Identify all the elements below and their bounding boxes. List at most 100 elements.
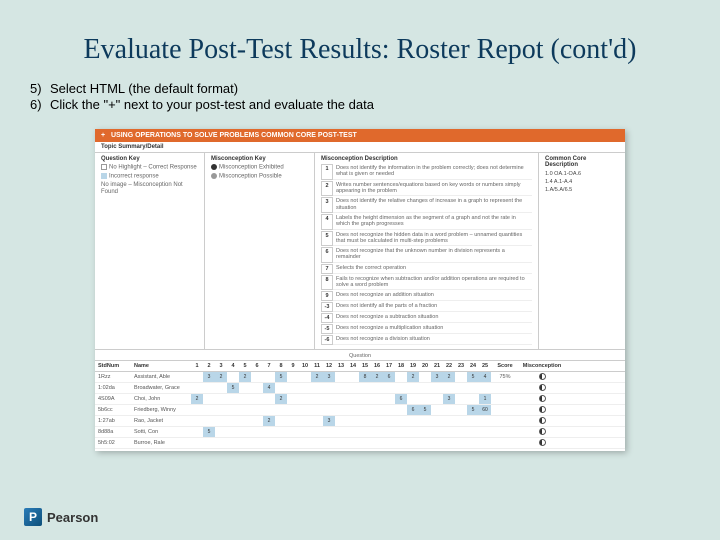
td-cell [479,416,491,426]
td-cell [419,383,431,393]
td-cell [311,427,323,437]
td-cell [239,383,251,393]
dot-full-icon [211,164,217,170]
th-question-num: 19 [407,361,419,371]
td-cell: 5 [227,383,239,393]
th-question-num: 10 [299,361,311,371]
th-question-num: 4 [227,361,239,371]
td-cell [431,416,443,426]
misconception-text: Selects the correct operation [333,264,532,274]
th-question-num: 24 [467,361,479,371]
instruction-item: 5)Select HTML (the default format) [30,81,690,96]
td-cell [323,405,335,415]
th-question-num: 6 [251,361,263,371]
td-cell [203,438,215,448]
th-question-num: 1 [191,361,203,371]
cc-code: 1.4 A.1-A.4 [545,178,619,186]
td-cell: 2 [191,394,203,404]
td-student-number: 1Rzz [95,374,131,380]
td-cell [407,438,419,448]
misconception-row: 2Writes number sentences/equations based… [321,181,532,197]
th-misconception: Misconception [519,361,565,371]
td-cell [263,372,275,382]
td-cell [443,383,455,393]
td-name: Rao, Jacket [131,418,191,424]
td-cell: 4 [263,383,275,393]
td-cell [407,383,419,393]
td-name: Burroe, Rale [131,440,191,446]
th-question-num: 23 [455,361,467,371]
td-cell [287,394,299,404]
td-cell: 6 [383,372,395,382]
legend-row: Question Key No Highlight – Correct Resp… [95,153,625,350]
th-question-num: 25 [479,361,491,371]
td-cell [335,438,347,448]
td-cell [383,427,395,437]
td-cell [239,427,251,437]
td-cell [431,438,443,448]
td-cell [419,394,431,404]
misconception-text: Writes number sentences/equations based … [333,181,532,197]
th-score: Score [491,361,519,371]
td-cell [191,416,203,426]
td-cell [299,372,311,382]
td-cell [215,416,227,426]
td-student-number: 8d88a [95,429,131,435]
incorrect-swatch-icon [101,173,107,179]
th-question-num: 11 [311,361,323,371]
td-cell [323,394,335,404]
td-cell [467,438,479,448]
td-student-number: 1:02da [95,385,131,391]
th-question-num: 16 [371,361,383,371]
td-cell [239,405,251,415]
th-question-num: 15 [359,361,371,371]
question-header-label: Question [95,352,625,360]
td-cell [431,383,443,393]
td-cell [251,383,263,393]
misconception-row: 3Does not identify the relative changes … [321,197,532,213]
td-cell: 6 [395,394,407,404]
report-header-text: USING OPERATIONS TO SOLVE PROBLEMS COMMO… [111,132,357,139]
misconception-text: Does not identify the relative changes o… [333,197,532,213]
td-score: 75% [491,374,519,380]
column-heading: Common Core Description [545,156,619,168]
td-cell [323,383,335,393]
td-cell [239,416,251,426]
td-cell [347,416,359,426]
td-cell [467,427,479,437]
legend-item: Misconception Exhibited [211,164,308,172]
td-name: Assistant, Able [131,374,191,380]
td-cell [443,438,455,448]
misconception-number: 7 [321,264,333,274]
correct-swatch-icon [101,164,107,170]
misconception-text: Fails to recognize when subtraction and/… [333,275,532,291]
td-cell [263,405,275,415]
td-cell [455,372,467,382]
misconception-row: -6Does not recognize a division situatio… [321,335,532,345]
th-student-number: StdNum [95,361,131,371]
td-cell [227,372,239,382]
td-cell [251,438,263,448]
misconception-key-column: Misconception Key Misconception Exhibite… [205,153,315,349]
td-cell [431,394,443,404]
td-cell [443,427,455,437]
table-row: 5h5:02Burroe, Rale [95,438,625,449]
td-cell [299,394,311,404]
misconception-dot-icon [539,428,546,435]
td-cell [395,405,407,415]
misconception-text: Labels the height dimension as the segme… [333,214,532,230]
td-cell [323,438,335,448]
expand-icon: + [101,132,111,139]
td-cell: 2 [215,372,227,382]
td-student-number: 5h5:02 [95,440,131,446]
td-cell [311,394,323,404]
pearson-logo-icon: P [24,508,42,526]
td-cell [227,427,239,437]
td-cell [191,372,203,382]
misconception-dot-icon [539,395,546,402]
td-cell [215,438,227,448]
footer: P Pearson [24,508,98,526]
th-question-num: 17 [383,361,395,371]
td-cell [335,416,347,426]
misconception-number: -5 [321,324,333,334]
